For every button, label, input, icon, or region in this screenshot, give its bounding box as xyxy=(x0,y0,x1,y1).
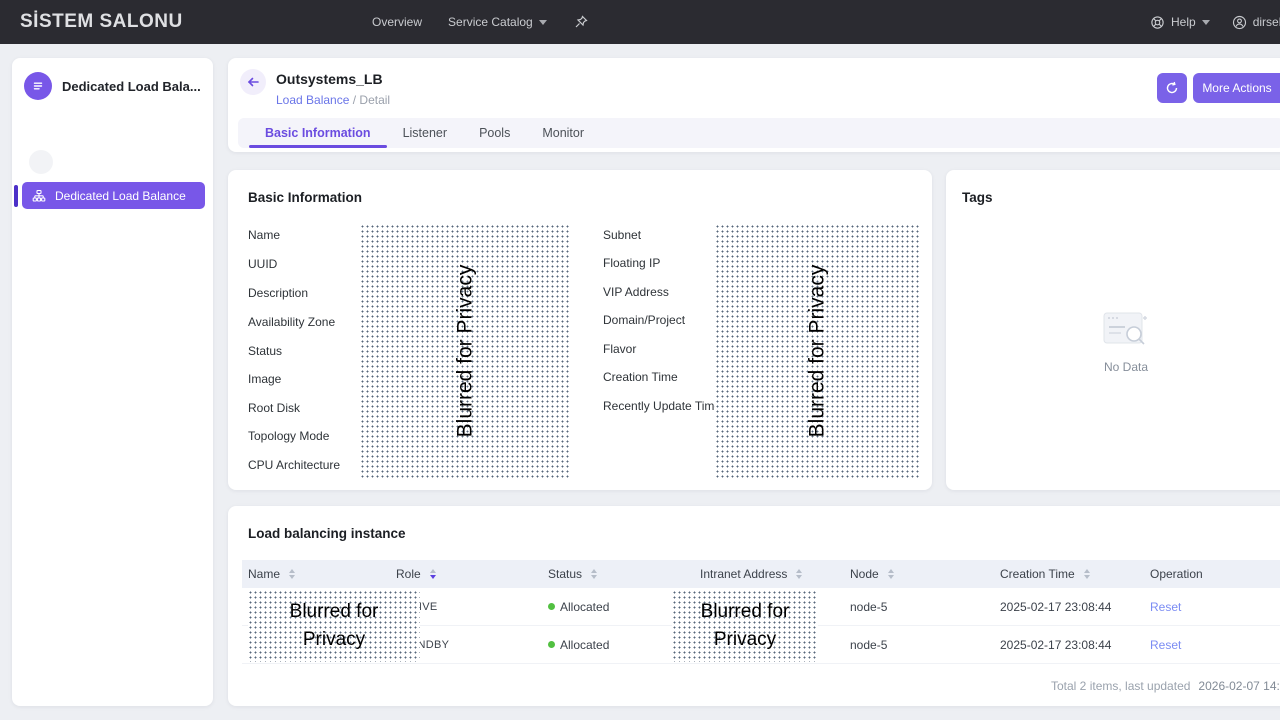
instances-title: Load balancing instance xyxy=(248,526,406,541)
tab-basic-information[interactable]: Basic Information xyxy=(249,118,387,148)
sidebar: Dedicated Load Bala... Dedicated Load Ba… xyxy=(12,58,213,706)
service-list-icon xyxy=(24,72,52,100)
cell-creation-time: 2025-02-17 23:08:44 xyxy=(994,600,1144,614)
nav-service-catalog[interactable]: Service Catalog xyxy=(448,15,547,29)
pin-button[interactable] xyxy=(573,14,589,30)
field-label-subnet: Subnet xyxy=(603,228,641,242)
column-header-name[interactable]: Name xyxy=(242,567,390,581)
avatar-icon xyxy=(1232,15,1247,30)
table-footer: Total 2 items, last updated2026-02-07 14… xyxy=(1051,679,1280,693)
help-icon xyxy=(1150,15,1165,30)
nav-overview[interactable]: Overview xyxy=(372,15,422,29)
chevron-down-icon xyxy=(1202,20,1210,25)
sort-icon[interactable] xyxy=(591,569,597,579)
cell-creation-time: 2025-02-17 23:08:44 xyxy=(994,638,1144,652)
basic-information-title: Basic Information xyxy=(248,190,362,205)
column-header-node[interactable]: Node xyxy=(844,567,994,581)
cell-node: node-5 xyxy=(844,600,994,614)
tags-card: Tags No Data xyxy=(946,170,1280,490)
top-bar: SİSTEM SALONU Overview Service Catalog H… xyxy=(0,0,1280,44)
tags-title: Tags xyxy=(962,190,993,205)
table-header: Name Role Status Intranet Address Node C… xyxy=(242,560,1280,588)
collapsed-group-icon xyxy=(29,150,53,174)
field-label-name: Name xyxy=(248,228,280,242)
privacy-blur-right: Blurred for Privacy xyxy=(715,224,920,478)
tab-bar: Basic Information Listener Pools Monitor xyxy=(238,118,1280,148)
cell-node: node-5 xyxy=(844,638,994,652)
column-header-role[interactable]: Role xyxy=(390,567,542,581)
sidebar-item-dedicated-load-balance[interactable]: Dedicated Load Balance xyxy=(22,182,205,209)
column-header-intranet-address[interactable]: Intranet Address xyxy=(694,567,844,581)
reset-link[interactable]: Reset xyxy=(1150,638,1181,652)
sort-icon[interactable] xyxy=(289,569,295,579)
sidebar-item-label: Dedicated Load Balance xyxy=(55,189,186,203)
tab-monitor[interactable]: Monitor xyxy=(526,118,600,148)
refresh-button[interactable] xyxy=(1157,73,1187,103)
no-data-text: No Data xyxy=(1104,360,1148,374)
sort-icon-active-desc[interactable] xyxy=(430,569,436,579)
column-header-creation-time[interactable]: Creation Time xyxy=(994,567,1144,581)
field-label-root-disk: Root Disk xyxy=(248,401,300,415)
breadcrumb-link[interactable]: Load Balance xyxy=(276,93,349,107)
privacy-blur-intranet-column: Blurred for Privacy xyxy=(672,590,818,662)
back-button[interactable] xyxy=(240,69,266,95)
sort-icon[interactable] xyxy=(888,569,894,579)
field-label-cpu-architecture: CPU Architecture xyxy=(248,458,340,472)
chevron-down-icon xyxy=(539,20,547,25)
refresh-icon xyxy=(1165,81,1179,95)
tab-pools[interactable]: Pools xyxy=(463,118,526,148)
field-label-status: Status xyxy=(248,344,282,358)
sidebar-group-header: Dedicated Load Bala... xyxy=(12,58,213,106)
reset-link[interactable]: Reset xyxy=(1150,600,1181,614)
top-bar-right: Help dirsehan xyxy=(1150,0,1280,44)
basic-information-card: Basic Information Name UUID Description … xyxy=(228,170,932,490)
field-label-flavor: Flavor xyxy=(603,342,636,356)
load-balancer-icon xyxy=(32,189,46,203)
top-nav: Overview Service Catalog xyxy=(372,0,589,44)
detail-header: Outsystems_LB Load Balance / Detail More… xyxy=(228,58,1280,152)
active-item-indicator xyxy=(14,185,18,207)
arrow-left-icon xyxy=(246,75,260,89)
tab-listener[interactable]: Listener xyxy=(387,118,463,148)
field-label-description: Description xyxy=(248,286,308,300)
privacy-blur-left: Blurred for Privacy xyxy=(360,224,570,478)
instances-card: Load balancing instance Name Role Status… xyxy=(228,506,1280,706)
no-data-icon xyxy=(1103,310,1149,346)
field-label-uuid: UUID xyxy=(248,257,277,271)
user-menu[interactable]: dirsehan xyxy=(1232,15,1280,30)
page: { "accent_color": "#7857e8", "status_gre… xyxy=(0,0,1280,720)
sidebar-group-title: Dedicated Load Bala... xyxy=(62,79,201,94)
sort-icon[interactable] xyxy=(1084,569,1090,579)
field-label-topology-mode: Topology Mode xyxy=(248,429,329,443)
column-header-status[interactable]: Status xyxy=(542,567,694,581)
breadcrumb: Load Balance / Detail xyxy=(276,93,390,107)
field-label-image: Image xyxy=(248,372,281,386)
field-label-vip-address: VIP Address xyxy=(603,285,669,299)
sort-icon[interactable] xyxy=(796,569,802,579)
brand-logo: SİSTEM SALONU xyxy=(20,0,183,44)
field-label-floating-ip: Floating IP xyxy=(603,256,660,270)
tags-empty-state: No Data xyxy=(946,310,1280,374)
field-label-domain-project: Domain/Project xyxy=(603,313,685,327)
field-label-availability-zone: Availability Zone xyxy=(248,315,335,329)
status-dot xyxy=(548,641,555,648)
help-menu[interactable]: Help xyxy=(1150,15,1210,30)
pin-icon xyxy=(573,14,589,30)
column-header-operation: Operation xyxy=(1144,567,1264,581)
more-actions-button[interactable]: More Actions xyxy=(1193,73,1280,103)
privacy-blur-name-column: Blurred for Privacy xyxy=(248,590,420,662)
page-title: Outsystems_LB xyxy=(276,71,383,87)
field-label-creation-time: Creation Time xyxy=(603,370,678,384)
status-dot xyxy=(548,603,555,610)
field-label-recently-update-time: Recently Update Time xyxy=(603,399,721,413)
